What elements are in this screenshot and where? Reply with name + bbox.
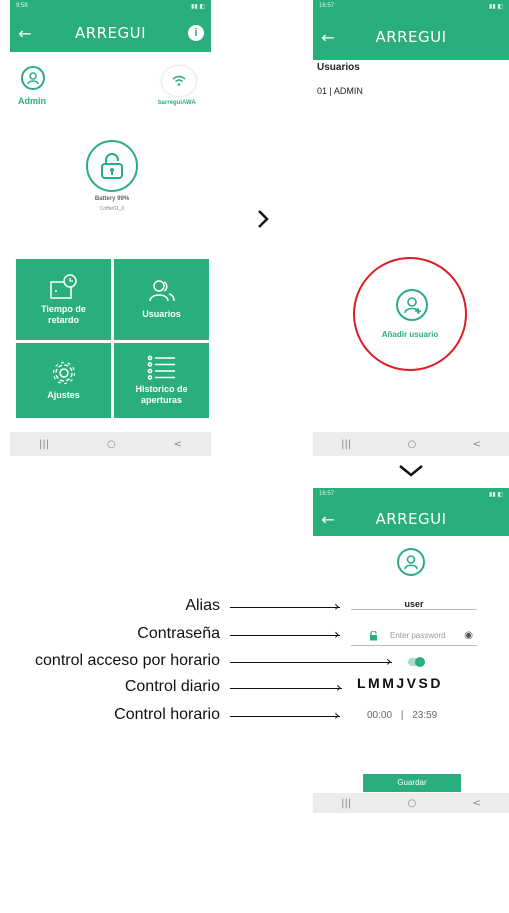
recent-apps-button[interactable]: ||| xyxy=(341,798,351,809)
annotation-line-alias xyxy=(230,607,340,609)
nav-bar: ||| ○ < xyxy=(313,432,509,456)
add-user-label[interactable]: Añadir usuario xyxy=(353,330,467,339)
app-title: ARREGUI xyxy=(375,28,447,46)
annotation-alias: Alias xyxy=(185,597,220,614)
user-name: Admin xyxy=(18,96,46,106)
annotation-line-password xyxy=(230,635,340,637)
back-button[interactable]: < xyxy=(174,439,182,450)
wifi-icon[interactable] xyxy=(162,66,196,96)
lock-icon[interactable] xyxy=(86,140,138,192)
tile-users[interactable]: Usuarios xyxy=(114,259,209,340)
save-button[interactable]: Guardar xyxy=(363,774,461,792)
annotation-line-hourly xyxy=(230,716,340,718)
password-field[interactable]: Enter password ◉ xyxy=(351,626,477,646)
gear-icon xyxy=(52,361,75,385)
annotation-password: Contraseña xyxy=(137,625,220,642)
status-icons: ▮▮ ◧ xyxy=(489,4,503,10)
status-bar: 16:57 ▮▮ ◧ xyxy=(313,488,509,502)
nav-bar: ||| ○ < xyxy=(10,432,211,456)
tile-history-label: Historico de aperturas xyxy=(135,384,188,405)
screen-home: 9:58 ▮▮ ◧ ← ARREGUI i Admin barreguiAWA … xyxy=(10,0,211,458)
list-icon xyxy=(147,355,175,380)
annotation-line-schedule-access xyxy=(230,662,392,664)
time-from[interactable]: 00:00 xyxy=(367,710,392,721)
eye-icon[interactable]: ◉ xyxy=(464,630,473,641)
tile-settings[interactable]: Ajustes xyxy=(16,343,111,418)
arrow-right-icon: › xyxy=(334,627,340,643)
status-bar: 9:58 ▮▮ ◧ xyxy=(10,0,211,14)
chevron-right-icon xyxy=(258,210,269,228)
status-time: 16:57 xyxy=(319,3,335,9)
screen-new-user: 16:57 ▮▮ ◧ ← ARREGUI user Enter password… xyxy=(313,488,509,913)
device-id: Coffer01_0 xyxy=(99,206,125,212)
status-icons: ▮▮ ◧ xyxy=(489,492,503,498)
app-title: ARREGUI xyxy=(375,510,447,528)
annotation-daily: Control diario xyxy=(124,678,220,695)
annotation-schedule-access: control acceso por horario xyxy=(35,652,220,669)
status-time: 16:57 xyxy=(319,491,335,497)
users-icon xyxy=(148,280,175,302)
schedule-toggle[interactable] xyxy=(408,657,425,667)
status-icons: ▮▮ ◧ xyxy=(191,4,205,10)
lock-open-icon xyxy=(370,630,377,640)
back-button[interactable]: < xyxy=(472,439,480,450)
save-button-label: Guardar xyxy=(397,778,427,787)
tile-settings-label: Ajustes xyxy=(47,390,80,400)
home-button[interactable]: ○ xyxy=(107,439,116,450)
home-button[interactable]: ○ xyxy=(407,798,416,809)
nav-bar: ||| ○ < xyxy=(313,793,509,813)
add-user-icon[interactable] xyxy=(396,289,428,321)
app-bar: ← ARREGUI i xyxy=(10,14,211,52)
wifi-name: barreguiAWA xyxy=(158,100,196,106)
clock-screen-icon xyxy=(49,273,77,299)
user-list-item[interactable]: 01 | ADMIN xyxy=(317,86,363,96)
users-heading: Usuarios xyxy=(317,62,360,73)
back-arrow-icon[interactable]: ← xyxy=(313,510,343,529)
back-arrow-icon[interactable]: ← xyxy=(10,24,40,43)
chevron-down-icon xyxy=(399,465,423,477)
battery-status: Battery 99% xyxy=(94,196,130,202)
app-title: ARREGUI xyxy=(74,24,147,42)
recent-apps-button[interactable]: ||| xyxy=(39,439,49,450)
arrow-right-icon: › xyxy=(386,654,392,670)
arrow-right-icon: › xyxy=(334,708,340,724)
password-placeholder: Enter password xyxy=(390,631,446,640)
user-avatar-icon[interactable] xyxy=(21,66,45,90)
recent-apps-button[interactable]: ||| xyxy=(341,439,351,450)
annotation-line-daily xyxy=(230,688,342,690)
time-range[interactable]: 00:00 | 23:59 xyxy=(367,710,437,721)
screen-users: 16:57 ▮▮ ◧ ← ARREGUI Usuarios 01 | ADMIN… xyxy=(313,0,509,458)
tile-history[interactable]: Historico de aperturas xyxy=(114,343,209,418)
home-button[interactable]: ○ xyxy=(407,439,416,450)
back-arrow-icon[interactable]: ← xyxy=(313,28,343,47)
tile-delay-label: Tiempo de retardo xyxy=(41,303,86,325)
app-bar: ← ARREGUI xyxy=(313,502,509,536)
status-bar: 16:57 ▮▮ ◧ xyxy=(313,0,509,14)
user-avatar-icon xyxy=(397,548,425,576)
info-icon[interactable]: i xyxy=(181,25,211,41)
status-time: 9:58 xyxy=(16,3,28,9)
arrow-right-icon: › xyxy=(336,680,342,696)
alias-value: user xyxy=(404,599,424,609)
annotation-hourly: Control horario xyxy=(114,706,220,723)
alias-field[interactable]: user xyxy=(351,594,477,610)
back-button[interactable]: < xyxy=(472,798,480,809)
time-separator: | xyxy=(400,710,404,721)
app-bar: ← ARREGUI xyxy=(313,14,509,60)
time-to[interactable]: 23:59 xyxy=(412,710,437,721)
tile-users-label: Usuarios xyxy=(142,309,181,319)
weekday-selector[interactable]: LMMJVSD xyxy=(357,675,443,691)
tile-delay[interactable]: Tiempo de retardo xyxy=(16,259,111,340)
arrow-right-icon: › xyxy=(334,599,340,615)
